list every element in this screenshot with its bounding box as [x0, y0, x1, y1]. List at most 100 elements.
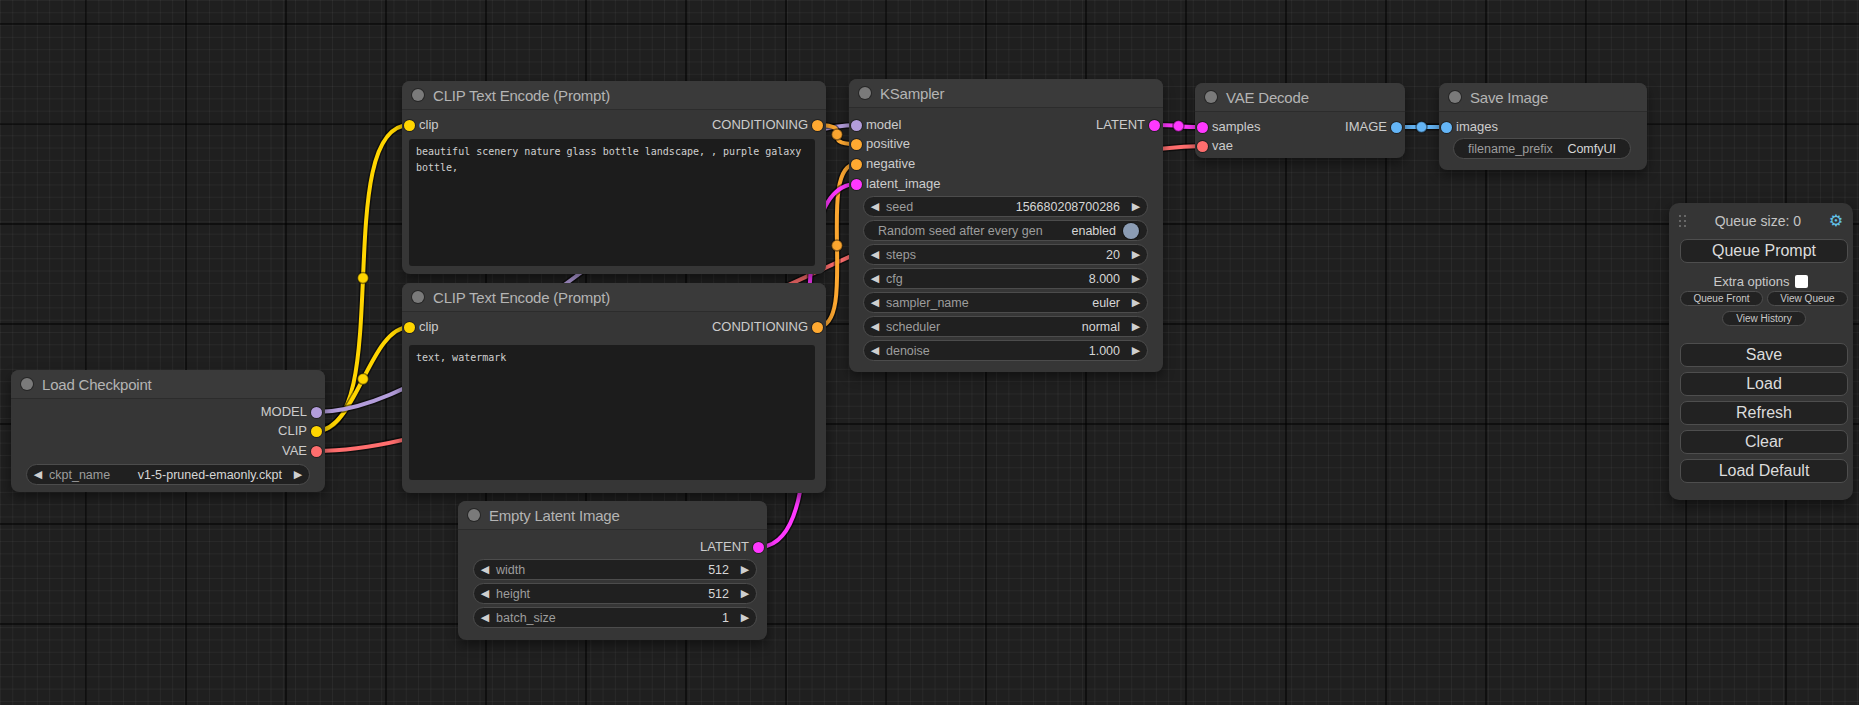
queue-prompt-button[interactable]: Queue Prompt [1680, 239, 1848, 263]
steps-widget[interactable]: ◀ steps 20 ▶ [863, 244, 1148, 265]
latent-port[interactable] [1149, 120, 1160, 131]
queue-front-button[interactable]: Queue Front [1680, 291, 1763, 306]
node-save-image[interactable]: Save Image images filename_prefix ComfyU… [1439, 83, 1647, 170]
collapse-dot-icon[interactable] [1205, 91, 1217, 103]
collapse-dot-icon[interactable] [468, 509, 480, 521]
node-title: Save Image [1470, 89, 1548, 106]
output-latent: LATENT [1096, 115, 1163, 135]
link-clip-to-negative-encoder [317, 327, 410, 431]
input-vae: vae [1195, 136, 1233, 156]
decrement-icon[interactable]: ◀ [864, 200, 886, 213]
scheduler-widget[interactable]: ◀ scheduler normal ▶ [863, 316, 1148, 337]
node-title-bar[interactable]: VAE Decode [1195, 83, 1405, 112]
batch-size-widget[interactable]: ◀ batch_size 1 ▶ [473, 607, 757, 628]
input-negative: negative [849, 154, 915, 174]
collapse-dot-icon[interactable] [1449, 91, 1461, 103]
load-button[interactable]: Load [1680, 372, 1848, 396]
output-model: MODEL [261, 402, 325, 422]
increment-icon[interactable]: ▶ [1125, 296, 1147, 309]
image-port[interactable] [1391, 122, 1402, 133]
decrement-icon[interactable]: ◀ [864, 248, 886, 261]
comfyui-canvas[interactable]: { "colors":{"model":"#B39DDB","clip":"#F… [0, 0, 1859, 705]
load-default-button[interactable]: Load Default [1680, 459, 1848, 483]
clip-port[interactable] [404, 322, 415, 333]
decrement-icon[interactable]: ◀ [864, 344, 886, 357]
increment-icon[interactable]: ▶ [1125, 320, 1147, 333]
collapse-dot-icon[interactable] [412, 89, 424, 101]
vae-port[interactable] [1197, 141, 1208, 152]
increment-icon[interactable]: ▶ [734, 611, 756, 624]
latent-port[interactable] [1197, 122, 1208, 133]
save-button[interactable]: Save [1680, 343, 1848, 367]
collapse-dot-icon[interactable] [412, 291, 424, 303]
output-vae: VAE [282, 441, 325, 461]
conditioning-port[interactable] [812, 322, 823, 333]
drag-handle-icon[interactable] [1679, 215, 1687, 228]
prompt-textarea[interactable]: text, watermark [409, 345, 815, 480]
node-title-bar[interactable]: CLIP Text Encode (Prompt) [402, 81, 826, 110]
increment-icon[interactable]: ▶ [287, 468, 309, 481]
toggle-indicator[interactable] [1123, 223, 1139, 239]
collapse-dot-icon[interactable] [21, 378, 33, 390]
input-images: images [1439, 117, 1498, 137]
decrement-icon[interactable]: ◀ [474, 611, 496, 624]
conditioning-port[interactable] [851, 139, 862, 150]
clip-port[interactable] [311, 426, 322, 437]
increment-icon[interactable]: ▶ [734, 563, 756, 576]
conditioning-port[interactable] [851, 159, 862, 170]
node-ksampler[interactable]: KSampler model positive negative latent_… [849, 79, 1163, 372]
model-port[interactable] [311, 407, 322, 418]
decrement-icon[interactable]: ◀ [474, 587, 496, 600]
increment-icon[interactable]: ▶ [1125, 272, 1147, 285]
refresh-button[interactable]: Refresh [1680, 401, 1848, 425]
image-port[interactable] [1441, 122, 1452, 133]
node-title-bar[interactable]: Save Image [1439, 83, 1647, 112]
clear-button[interactable]: Clear [1680, 430, 1848, 454]
node-title-bar[interactable]: CLIP Text Encode (Prompt) [402, 283, 826, 312]
cfg-widget[interactable]: ◀ cfg 8.000 ▶ [863, 268, 1148, 289]
decrement-icon[interactable]: ◀ [864, 272, 886, 285]
random-seed-widget[interactable]: Random seed after every gen enabled [863, 220, 1148, 241]
node-vae-decode[interactable]: VAE Decode samples vae IMAGE [1195, 83, 1405, 158]
ckpt-name-widget[interactable]: ◀ ckpt_name v1-5-pruned-emaonly.ckpt ▶ [26, 464, 310, 485]
node-title: Load Checkpoint [42, 376, 152, 393]
latent-port[interactable] [851, 179, 862, 190]
sampler-name-widget[interactable]: ◀ sampler_name euler ▶ [863, 292, 1148, 313]
decrement-icon[interactable]: ◀ [474, 563, 496, 576]
decrement-icon[interactable]: ◀ [864, 320, 886, 333]
input-model: model [849, 115, 901, 135]
node-title: Empty Latent Image [489, 507, 620, 524]
node-empty-latent-image[interactable]: Empty Latent Image LATENT ◀ width 512 ▶ … [458, 501, 767, 640]
view-queue-button[interactable]: View Queue [1767, 291, 1848, 306]
height-widget[interactable]: ◀ height 512 ▶ [473, 583, 757, 604]
seed-widget[interactable]: ◀ seed 156680208700286 ▶ [863, 196, 1148, 217]
node-title-bar[interactable]: Load Checkpoint [11, 370, 325, 399]
view-history-button[interactable]: View History [1722, 311, 1806, 326]
node-title: CLIP Text Encode (Prompt) [433, 87, 610, 104]
clip-port[interactable] [404, 120, 415, 131]
denoise-widget[interactable]: ◀ denoise 1.000 ▶ [863, 340, 1148, 361]
extra-options-checkbox[interactable] [1795, 275, 1808, 288]
vae-port[interactable] [311, 446, 322, 457]
node-clip-text-encode-negative[interactable]: CLIP Text Encode (Prompt) clip CONDITION… [402, 283, 826, 493]
collapse-dot-icon[interactable] [859, 87, 871, 99]
increment-icon[interactable]: ▶ [1125, 200, 1147, 213]
width-widget[interactable]: ◀ width 512 ▶ [473, 559, 757, 580]
input-clip: clip [402, 317, 439, 337]
settings-gear-icon[interactable]: ⚙ [1829, 213, 1843, 229]
decrement-icon[interactable]: ◀ [864, 296, 886, 309]
node-title-bar[interactable]: KSampler [849, 79, 1163, 108]
conditioning-port[interactable] [812, 120, 823, 131]
filename-prefix-widget[interactable]: filename_prefix ComfyUI [1453, 138, 1631, 159]
model-port[interactable] [851, 120, 862, 131]
node-clip-text-encode-positive[interactable]: CLIP Text Encode (Prompt) clip CONDITION… [402, 81, 826, 274]
increment-icon[interactable]: ▶ [1125, 248, 1147, 261]
latent-port[interactable] [753, 542, 764, 553]
node-load-checkpoint[interactable]: Load Checkpoint MODEL CLIP VAE ◀ ckpt_na… [11, 370, 325, 492]
input-positive: positive [849, 134, 910, 154]
increment-icon[interactable]: ▶ [734, 587, 756, 600]
node-title-bar[interactable]: Empty Latent Image [458, 501, 767, 530]
prompt-textarea[interactable]: beautiful scenery nature glass bottle la… [409, 139, 815, 266]
increment-icon[interactable]: ▶ [1125, 344, 1147, 357]
decrement-icon[interactable]: ◀ [27, 468, 49, 481]
